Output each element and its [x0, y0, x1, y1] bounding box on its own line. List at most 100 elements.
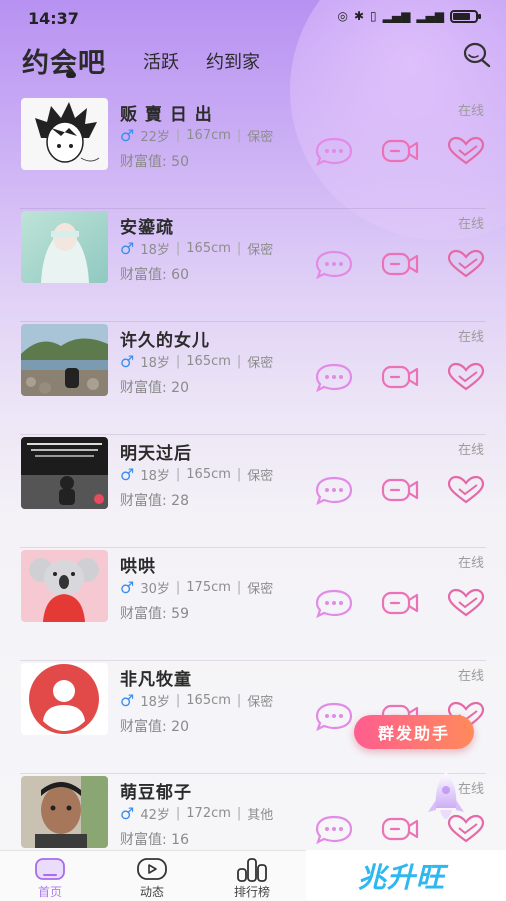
battery-icon — [450, 9, 481, 23]
user-height: 165cm — [186, 693, 231, 708]
chat-button[interactable] — [315, 588, 353, 619]
rocket-icon[interactable] — [424, 770, 468, 830]
chat-button[interactable] — [315, 701, 353, 732]
user-job: 保密 — [247, 469, 274, 484]
user-age: 22岁 — [140, 130, 170, 145]
user-name: 非凡牧童 — [120, 670, 192, 690]
user-job: 保密 — [247, 582, 274, 597]
user-job: 保密 — [247, 695, 274, 710]
user-job: 保密 — [247, 130, 274, 145]
user-name: 贩 賣 日 出 — [120, 105, 213, 125]
online-status: 在线 — [457, 443, 484, 458]
chat-bubble-icon — [315, 137, 353, 167]
avatar[interactable] — [21, 324, 108, 396]
like-button[interactable] — [447, 475, 485, 505]
nfc-icon: ◎ — [337, 9, 348, 23]
chat-button[interactable] — [315, 362, 353, 393]
user-height: 165cm — [186, 241, 231, 256]
user-height: 175cm — [186, 580, 231, 595]
user-job: 其他 — [247, 808, 274, 823]
heart-icon — [447, 475, 485, 504]
online-status: 在线 — [457, 217, 484, 232]
list-item[interactable]: 明天过后 ♂ 18岁 | 165cm | 保密 财富值: 28 在线 — [0, 435, 506, 548]
brand-logo-text: 兆升旺 — [358, 861, 446, 894]
list-item[interactable]: 贩 賣 日 出 ♂ 22岁 | 167cm | 保密 财富值: 50 在线 — [0, 96, 506, 209]
chat-button[interactable] — [315, 249, 353, 280]
video-camera-icon — [381, 478, 419, 502]
system-icons: ◎ ✱ ▯ ▂▄▆ ▂▄▆ — [337, 9, 481, 23]
tab-date[interactable]: 约会吧 — [22, 41, 106, 80]
male-icon: ♂ — [120, 126, 135, 145]
chat-bubble-icon — [315, 250, 353, 280]
chat-button[interactable] — [315, 475, 353, 506]
heart-icon — [447, 362, 485, 391]
broadcast-assistant-button[interactable]: 群发助手 — [354, 715, 474, 749]
male-icon: ♂ — [120, 352, 135, 371]
avatar[interactable] — [21, 98, 108, 170]
tab-indicator — [66, 72, 76, 78]
search-button[interactable] — [462, 40, 492, 70]
chat-bubble-icon — [315, 363, 353, 393]
chat-button[interactable] — [315, 814, 353, 845]
user-height: 172cm — [186, 806, 231, 821]
chat-bubble-icon — [315, 589, 353, 619]
male-icon: ♂ — [120, 578, 135, 597]
user-wealth: 财富值: 20 — [120, 380, 189, 396]
avatar[interactable] — [21, 663, 108, 735]
user-name: 许久的女儿 — [120, 331, 210, 351]
video-call-button[interactable] — [381, 475, 419, 505]
like-button[interactable] — [447, 588, 485, 618]
chat-bubble-icon — [315, 476, 353, 506]
user-wealth: 财富值: 28 — [120, 493, 189, 509]
video-call-button[interactable] — [381, 362, 419, 392]
nav-home[interactable]: 首页 — [10, 851, 90, 901]
male-icon: ♂ — [120, 465, 135, 484]
user-job: 保密 — [247, 356, 274, 371]
nav-ranking[interactable]: 排行榜 — [212, 851, 292, 901]
video-call-button[interactable] — [381, 588, 419, 618]
avatar[interactable] — [21, 776, 108, 848]
avatar[interactable] — [21, 437, 108, 509]
male-icon: ♂ — [120, 691, 135, 710]
chat-bubble-icon — [315, 702, 353, 732]
avatar[interactable] — [21, 550, 108, 622]
header: 约会吧 活跃 约到家 — [0, 30, 506, 90]
male-icon: ♂ — [120, 239, 135, 258]
user-age: 18岁 — [140, 356, 170, 371]
like-button[interactable] — [447, 136, 485, 166]
brand-watermark: 兆升旺 — [306, 850, 506, 900]
tab-home-date[interactable]: 约到家 — [206, 48, 260, 74]
user-info: ♂ 18岁 | 165cm | 保密 — [120, 239, 274, 258]
bluetooth-icon: ✱ — [353, 9, 365, 23]
avatar[interactable] — [21, 211, 108, 283]
male-icon: ♂ — [120, 804, 135, 823]
status-time: 14:37 — [28, 9, 79, 28]
online-status: 在线 — [457, 669, 484, 684]
user-info: ♂ 42岁 | 172cm | 其他 — [120, 804, 274, 823]
chat-bubble-icon — [315, 815, 353, 845]
video-call-button[interactable] — [381, 249, 419, 279]
user-name: 哄哄 — [120, 557, 156, 577]
chat-button[interactable] — [315, 136, 353, 167]
like-button[interactable] — [447, 249, 485, 279]
video-camera-icon — [381, 817, 419, 841]
list-item[interactable]: 哄哄 ♂ 30岁 | 175cm | 保密 财富值: 59 在线 — [0, 548, 506, 661]
video-call-button[interactable] — [381, 814, 419, 844]
user-info: ♂ 22岁 | 167cm | 保密 — [120, 126, 274, 145]
play-icon — [137, 858, 167, 880]
user-height: 165cm — [186, 467, 231, 482]
like-button[interactable] — [447, 362, 485, 392]
user-height: 165cm — [186, 354, 231, 369]
user-name: 明天过后 — [120, 444, 192, 464]
user-age: 18岁 — [140, 695, 170, 710]
tab-active[interactable]: 活跃 — [143, 48, 179, 74]
user-job: 保密 — [247, 243, 274, 258]
nav-home-label: 首页 — [37, 885, 62, 899]
nav-feed[interactable]: 动态 — [112, 851, 192, 901]
heart-icon — [447, 136, 485, 165]
list-item[interactable]: 许久的女儿 ♂ 18岁 | 165cm | 保密 财富值: 20 在线 — [0, 322, 506, 435]
list-item[interactable]: 安鎏疏 ♂ 18岁 | 165cm | 保密 财富值: 60 在线 — [0, 209, 506, 322]
online-status: 在线 — [457, 104, 484, 119]
user-age: 18岁 — [140, 469, 170, 484]
video-call-button[interactable] — [381, 136, 419, 166]
